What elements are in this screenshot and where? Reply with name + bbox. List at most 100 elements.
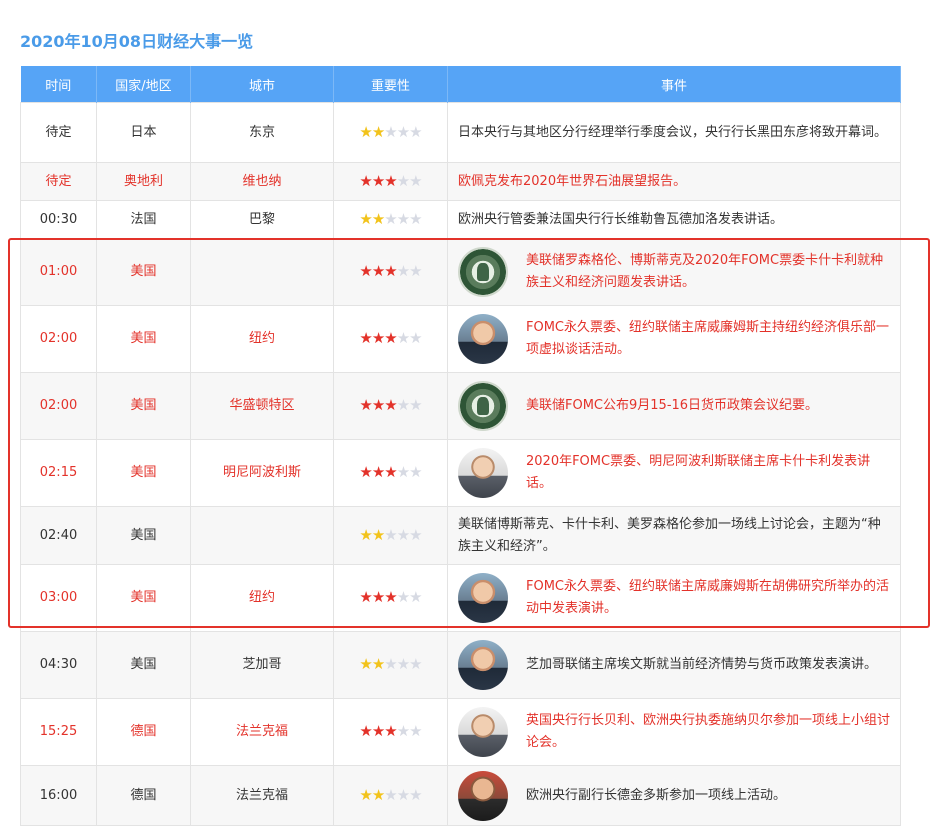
country-cell: 美国 <box>96 238 191 306</box>
header-country[interactable]: 国家/地区 <box>96 66 191 103</box>
city-cell: 巴黎 <box>190 200 334 239</box>
star-filled-icon: ★ <box>384 171 397 190</box>
header-city[interactable]: 城市 <box>190 66 334 103</box>
star-empty-icon: ★ <box>396 396 410 414</box>
table-row[interactable]: 待定 奥地利 维也纳 ★★★★★ 欧佩克发布2020年世界石油展望报告。 <box>20 162 901 201</box>
speaker-avatar[interactable] <box>458 640 508 690</box>
event-cell: 美联储博斯蒂克、卡什卡利、美罗森格伦参加一场线上讨论会，主题为“种族主义和经济”… <box>447 506 901 565</box>
header-event[interactable]: 事件 <box>447 66 901 103</box>
star-filled-icon: ★ <box>359 588 372 606</box>
star-empty-icon: ★ <box>409 463 422 481</box>
star-filled-icon: ★ <box>384 262 397 280</box>
city-cell: 东京 <box>190 102 334 163</box>
fed-seal-icon[interactable] <box>458 381 508 431</box>
table-row[interactable]: 15:25 德国 法兰克福 ★★★★★ 英国央行行长贝利、欧洲央行执委施纳贝尔参加一项线… <box>20 698 901 766</box>
table-row[interactable]: 02:40 美国 ★★★★★ 美联储博斯蒂克、卡什卡利、美罗森格伦参加一场线上讨论会，… <box>20 506 901 565</box>
country-cell: 德国 <box>96 698 191 766</box>
star-filled-icon: ★ <box>371 722 385 740</box>
table-row[interactable]: 00:30 法国 巴黎 ★★★★★ 欧洲央行管委兼法国央行行长维勒鲁瓦德加洛发表讲话。 <box>20 200 901 239</box>
country-cell: 美国 <box>96 564 191 632</box>
table-header-row: 时间 国家/地区 城市 重要性 事件 <box>20 66 901 103</box>
speaker-avatar[interactable] <box>458 707 508 757</box>
event-text: 欧洲央行管委兼法国央行行长维勒鲁瓦德加洛发表讲话。 <box>458 211 784 227</box>
importance-cell: ★★★★★ <box>333 564 448 632</box>
importance-stars: ★★★★★ <box>359 171 422 190</box>
star-empty-icon: ★ <box>396 525 410 544</box>
star-empty-icon: ★ <box>396 209 410 228</box>
star-empty-icon: ★ <box>409 329 422 347</box>
event-cell: 欧佩克发布2020年世界石油展望报告。 <box>447 162 901 201</box>
event-text: 美联储博斯蒂克、卡什卡利、美罗森格伦参加一场线上讨论会，主题为“种族主义和经济”… <box>458 516 881 554</box>
importance-cell: ★★★★★ <box>333 506 448 565</box>
importance-cell: ★★★★★ <box>333 162 448 201</box>
event-text: 芝加哥联储主席埃文斯就当前经济情势与货币政策发表演讲。 <box>526 657 878 672</box>
time-cell: 待定 <box>20 162 97 201</box>
star-filled-icon: ★ <box>384 329 397 347</box>
importance-stars: ★★★★★ <box>359 588 422 606</box>
event-cell: FOMC永久票委、纽约联储主席威廉姆斯主持纽约经济俱乐部一项虚拟谈话活动。 <box>447 305 901 373</box>
star-filled-icon: ★ <box>359 209 372 228</box>
event-cell: 欧洲央行管委兼法国央行行长维勒鲁瓦德加洛发表讲话。 <box>447 200 901 239</box>
star-filled-icon: ★ <box>371 209 385 228</box>
table-row[interactable]: 03:00 美国 纽约 ★★★★★ FOMC永久票委、纽约联储主席威廉姆斯在胡佛研究所举… <box>20 564 901 632</box>
star-filled-icon: ★ <box>384 588 397 606</box>
event-text: FOMC永久票委、纽约联储主席威廉姆斯在胡佛研究所举办的活动中发表演讲。 <box>526 579 890 616</box>
importance-stars: ★★★★★ <box>359 329 422 347</box>
speaker-avatar[interactable] <box>458 448 508 498</box>
table-row[interactable]: 02:00 美国 纽约 ★★★★★ FOMC永久票委、纽约联储主席威廉姆斯主持纽约经济俱… <box>20 305 901 373</box>
table-row[interactable]: 待定 日本 东京 ★★★★★ 日本央行与其地区分行经理举行季度会议，央行行长黑田东彦将致… <box>20 102 901 163</box>
header-importance[interactable]: 重要性 <box>333 66 448 103</box>
importance-cell: ★★★★★ <box>333 698 448 766</box>
table-row[interactable]: 16:00 德国 法兰克福 ★★★★★ 欧洲央行副行长德金多斯参加一项线上活动。 <box>20 765 901 826</box>
star-filled-icon: ★ <box>384 396 397 414</box>
star-empty-icon: ★ <box>384 785 397 804</box>
importance-stars: ★★★★★ <box>359 122 422 141</box>
star-empty-icon: ★ <box>384 122 397 141</box>
star-filled-icon: ★ <box>371 785 385 804</box>
star-filled-icon: ★ <box>371 463 385 481</box>
importance-cell: ★★★★★ <box>333 631 448 699</box>
event-text: 日本央行与其地区分行经理举行季度会议，央行行长黑田东彦将致开幕词。 <box>458 124 888 140</box>
star-filled-icon: ★ <box>359 171 372 190</box>
event-cell: 欧洲央行副行长德金多斯参加一项线上活动。 <box>447 765 901 826</box>
star-empty-icon: ★ <box>396 655 410 673</box>
table-row[interactable]: 01:00 美国 ★★★★★ 美联储罗森格伦、博斯蒂克及2020年FOMC票委卡什卡利… <box>20 238 901 306</box>
event-text: 美联储罗森格伦、博斯蒂克及2020年FOMC票委卡什卡利就种族主义和经济问题发表… <box>526 253 884 290</box>
star-empty-icon: ★ <box>384 209 397 228</box>
star-empty-icon: ★ <box>396 588 410 606</box>
city-cell: 维也纳 <box>190 162 334 201</box>
table-row[interactable]: 02:00 美国 华盛顿特区 ★★★★★ 美联储FOMC公布9月15-16日货币政策会议… <box>20 372 901 440</box>
header-time[interactable]: 时间 <box>20 66 97 103</box>
star-empty-icon: ★ <box>396 122 410 141</box>
time-cell: 待定 <box>20 102 97 163</box>
city-cell: 华盛顿特区 <box>190 372 334 440</box>
speaker-avatar[interactable] <box>458 573 508 623</box>
speaker-avatar[interactable] <box>458 770 508 821</box>
speaker-avatar[interactable] <box>458 314 508 364</box>
city-cell: 芝加哥 <box>190 631 334 699</box>
star-empty-icon: ★ <box>396 463 410 481</box>
city-cell: 法兰克福 <box>190 765 334 826</box>
star-empty-icon: ★ <box>409 209 422 228</box>
importance-cell: ★★★★★ <box>333 439 448 507</box>
fed-seal-icon[interactable] <box>458 247 508 297</box>
star-filled-icon: ★ <box>359 329 372 347</box>
table-row[interactable]: 02:15 美国 明尼阿波利斯 ★★★★★ 2020年FOMC票委、明尼阿波利斯联储主席… <box>20 439 901 507</box>
country-cell: 美国 <box>96 506 191 565</box>
star-empty-icon: ★ <box>409 722 422 740</box>
importance-stars: ★★★★★ <box>359 785 422 804</box>
event-text: 2020年FOMC票委、明尼阿波利斯联储主席卡什卡利发表讲话。 <box>526 454 871 491</box>
table-row[interactable]: 04:30 美国 芝加哥 ★★★★★ 芝加哥联储主席埃文斯就当前经济情势与货币政策发表演… <box>20 631 901 699</box>
page-title: 2020年10月08日财经大事一览 <box>20 32 254 51</box>
star-empty-icon: ★ <box>409 396 422 414</box>
importance-cell: ★★★★★ <box>333 102 448 163</box>
star-filled-icon: ★ <box>371 171 385 190</box>
star-empty-icon: ★ <box>409 525 422 544</box>
time-cell: 02:00 <box>20 372 97 440</box>
event-text: 欧洲央行副行长德金多斯参加一项线上活动。 <box>526 787 787 803</box>
star-filled-icon: ★ <box>359 722 372 740</box>
importance-cell: ★★★★★ <box>333 238 448 306</box>
event-text: 美联储FOMC公布9月15-16日货币政策会议纪要。 <box>526 398 819 413</box>
star-filled-icon: ★ <box>384 463 397 481</box>
star-filled-icon: ★ <box>384 722 397 740</box>
